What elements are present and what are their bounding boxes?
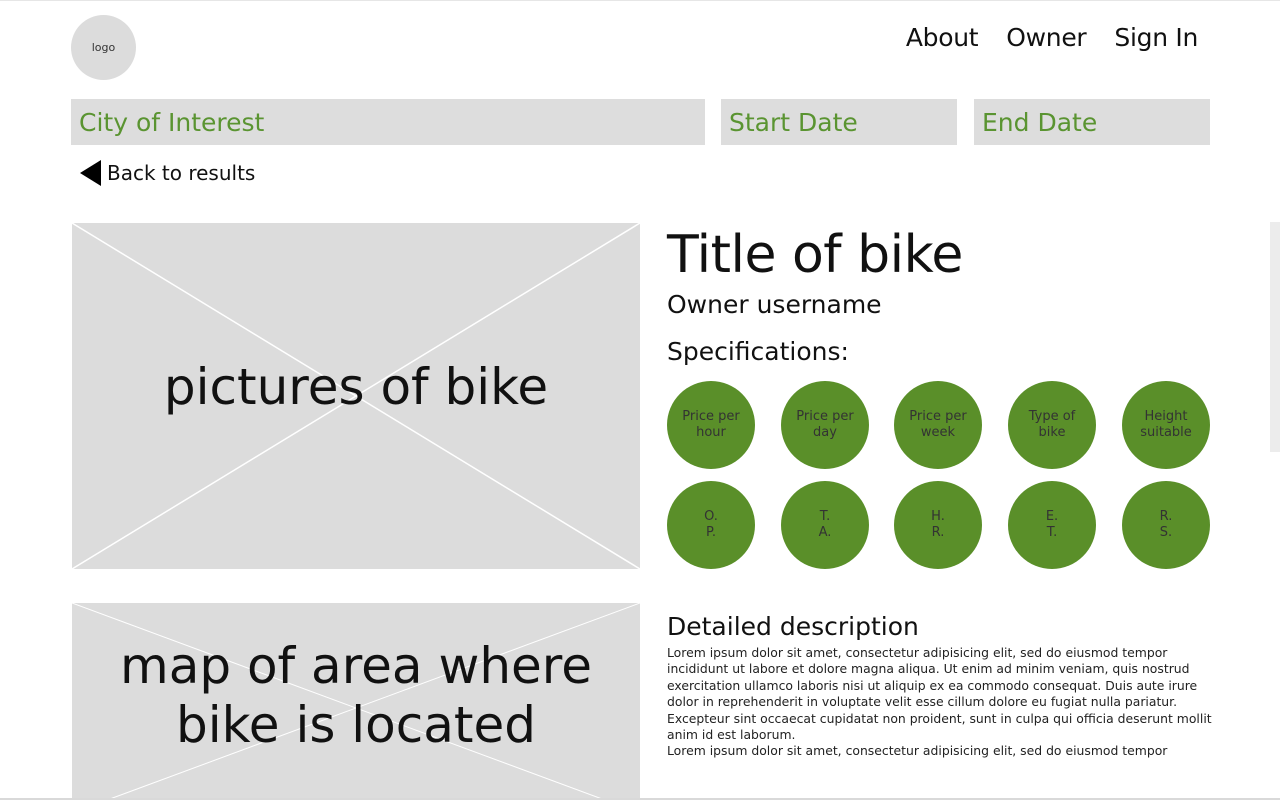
description-paragraph-2: Lorem ipsum dolor sit amet, consectetur … <box>667 743 1168 759</box>
spec-type-of-bike: Type of bike <box>1008 381 1096 469</box>
scrollbar[interactable] <box>1270 222 1280 452</box>
triangle-left-icon <box>80 160 101 186</box>
page: logo About Owner Sign In Back to results… <box>0 0 1280 800</box>
nav-sign-in-link[interactable]: Sign In <box>1114 23 1198 52</box>
logo-text: logo <box>91 41 116 54</box>
spec-price-per-day: Price per day <box>781 381 869 469</box>
spec-hr: H. R. <box>894 481 982 569</box>
spec-op: O. P. <box>667 481 755 569</box>
spec-height-suitable: Height suitable <box>1122 381 1210 469</box>
nav-owner-link[interactable]: Owner <box>1006 23 1086 52</box>
bike-location-map-placeholder[interactable]: map of area where bike is located <box>72 603 640 800</box>
spec-price-per-hour: Price per hour <box>667 381 755 469</box>
bike-title: Title of bike <box>667 225 963 285</box>
spec-rs: R. S. <box>1122 481 1210 569</box>
map-placeholder-text: map of area where bike is located <box>119 637 593 754</box>
main-nav: About Owner Sign In <box>906 23 1198 52</box>
description-paragraph-1: Lorem ipsum dolor sit amet, consectetur … <box>667 645 1212 743</box>
end-date-input[interactable] <box>974 99 1210 145</box>
start-date-input[interactable] <box>721 99 957 145</box>
logo[interactable]: logo <box>71 15 136 80</box>
spec-et: E. T. <box>1008 481 1096 569</box>
spec-ta: T. A. <box>781 481 869 569</box>
back-to-results-link[interactable]: Back to results <box>80 160 255 186</box>
bike-pictures-placeholder[interactable]: pictures of bike <box>72 223 640 569</box>
city-of-interest-input[interactable] <box>71 99 705 145</box>
nav-about-link[interactable]: About <box>906 23 979 52</box>
pictures-placeholder-text: pictures of bike <box>163 358 549 416</box>
specifications-heading: Specifications: <box>667 337 849 366</box>
detailed-description-heading: Detailed description <box>667 612 919 641</box>
spec-price-per-week: Price per week <box>894 381 982 469</box>
detailed-description-text: Lorem ipsum dolor sit amet, consectetur … <box>667 645 1212 760</box>
top-border <box>0 0 1280 1</box>
owner-username[interactable]: Owner username <box>667 290 882 319</box>
back-to-results-label: Back to results <box>107 161 256 185</box>
